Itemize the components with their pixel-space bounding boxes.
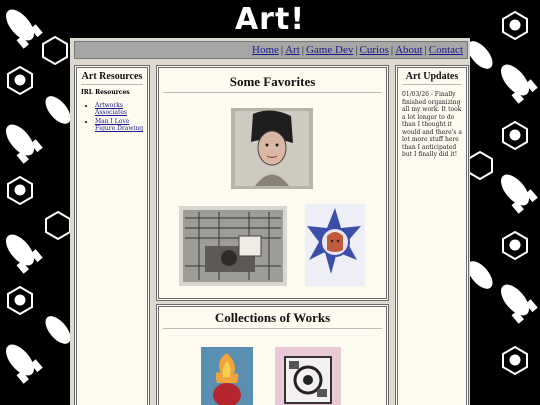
hex-badge-icon (7, 65, 33, 96)
hex-badge-icon (45, 210, 70, 241)
favorites-heading: Some Favorites (229, 74, 316, 89)
hex-badge-icon (7, 175, 33, 206)
hex-badge-icon (502, 10, 528, 41)
rocket-icon (470, 261, 493, 289)
favorites-panel: Some Favorites (156, 65, 389, 301)
side-pattern-right (470, 0, 540, 405)
artwork-machine-thumbnail[interactable] (179, 206, 287, 286)
nav-about-link[interactable]: About (395, 44, 423, 56)
page-container: Home | Art | Game Dev | Curios | About | Contact A… (70, 38, 470, 405)
pattern-graphic (6, 9, 70, 384)
rocket-icon (470, 41, 493, 69)
art-updates-panel: Art Updates 01/03/26 - Finally finished … (395, 65, 469, 405)
nav-contact-link[interactable]: Contact (429, 44, 463, 56)
side-pattern-left (0, 0, 70, 405)
nav-separator: | (355, 44, 358, 56)
nav-separator: | (390, 44, 394, 56)
rocket-icon (6, 124, 43, 164)
nav-separator: | (424, 44, 427, 56)
collections-heading: Collections of Works (214, 310, 331, 325)
nav-curios-link[interactable]: Curios (360, 44, 389, 56)
pattern-graphic (470, 10, 538, 376)
artwork-portrait-thumbnail[interactable] (231, 108, 313, 189)
collection-machine-thumbnail[interactable] (275, 347, 341, 405)
artwork-star-portrait-thumbnail[interactable] (305, 204, 365, 286)
nav-bar: Home | Art | Game Dev | Curios | About | Contact (74, 41, 468, 59)
irl-resources-subheading: IRL Resources (81, 89, 130, 96)
hex-badge-icon (42, 35, 68, 66)
rocket-icon (6, 234, 43, 274)
nav-separator: | (301, 44, 304, 56)
rocket-icon (501, 64, 538, 104)
rocket-icon (501, 174, 538, 214)
update-entry: 01/03/26 - Finally finished organizing a… (402, 91, 462, 158)
hex-badge-icon (7, 285, 33, 316)
art-resources-heading: Art Resources (81, 71, 143, 82)
hex-badge-icon (502, 230, 528, 261)
artworks-associates-link[interactable]: Artworks Associates (95, 102, 127, 116)
nav-art-link[interactable]: Art (285, 44, 300, 56)
list-item: Artworks Associates (95, 102, 147, 116)
nav-game-dev-link[interactable]: Game Dev (306, 44, 353, 56)
divider (402, 84, 462, 85)
collection-flame-thumbnail[interactable] (201, 347, 253, 405)
nav-separator: | (280, 44, 284, 56)
list-item: Man I Love Figure Drawing (95, 118, 147, 132)
art-resources-panel: Art Resources IRL Resources Artworks Ass… (74, 65, 150, 405)
rocket-icon (45, 96, 70, 124)
collections-panel: Collections of Works (156, 304, 389, 405)
nav-home-link[interactable]: Home (252, 44, 279, 56)
resource-list: Artworks Associates Man I Love Figure Dr… (95, 102, 147, 132)
site-title: Art! (234, 2, 306, 37)
divider (163, 92, 382, 93)
divider (81, 84, 143, 85)
rocket-icon (45, 316, 70, 344)
hex-badge-icon (502, 345, 528, 376)
rocket-icon (501, 284, 538, 324)
hex-badge-icon (470, 150, 493, 181)
figure-drawing-link[interactable]: Man I Love Figure Drawing (95, 118, 143, 132)
rocket-icon (6, 9, 43, 49)
rocket-icon (6, 344, 43, 384)
divider (163, 328, 382, 329)
art-updates-heading: Art Updates (405, 71, 459, 82)
hex-badge-icon (502, 120, 528, 151)
